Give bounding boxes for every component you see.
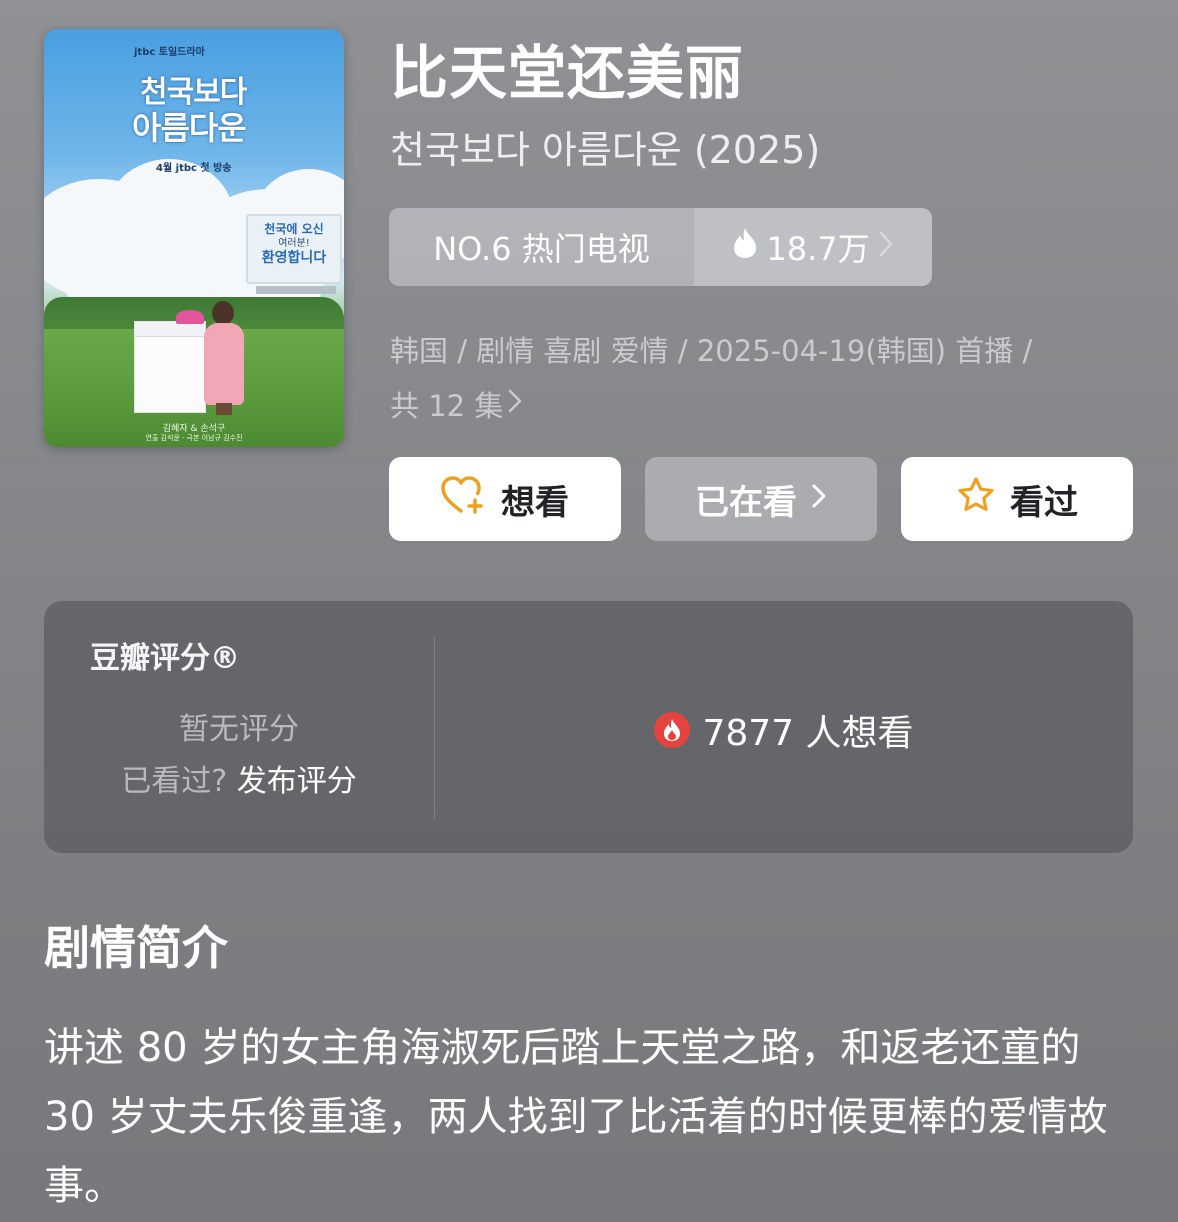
flame-icon xyxy=(732,227,758,267)
star-icon xyxy=(956,476,996,523)
poster-title-line2: 아름다운 xyxy=(132,109,247,147)
want-count: 7877 人想看 xyxy=(435,704,1133,756)
rank-box: NO.6 热门电视 18.7万 xyxy=(389,208,932,286)
poster-broadcast-label: 4월 jtbc 첫 방송 xyxy=(156,163,232,174)
heart-plus-icon xyxy=(441,475,487,524)
poster-image[interactable]: jtbc 토일드라마 천국보다 아름다운 4월 jtbc 첫 방송 천국에 오신… xyxy=(44,29,344,447)
heat-value: 18.7万 xyxy=(766,230,870,268)
poster-credits-crew: 연출 김석윤 · 극본 이남규 김수진 xyxy=(145,434,243,442)
synopsis-title: 剧情简介 xyxy=(44,921,228,975)
poster-figure-head xyxy=(212,301,234,325)
douban-rating-label: 豆瓣评分® xyxy=(90,641,240,676)
rating-card: 豆瓣评分® 暂无评分 已看过? 发布评分 7877 人想看 xyxy=(44,601,1133,853)
heat-button[interactable]: 18.7万 xyxy=(694,208,932,286)
billboard-line3: 환영합니다 xyxy=(261,250,327,266)
page-title: 比天堂还美丽 xyxy=(390,39,745,107)
watching-label: 已在看 xyxy=(695,482,797,523)
poster-billboard: 천국에 오신 여러분! 환영합니다 xyxy=(246,214,342,284)
synopsis-text: 讲述 80 岁的女主角海淑死后踏上天堂之路，和返老还童的 30 岁丈夫乐俊重逢，… xyxy=(44,1025,1108,1209)
fire-icon xyxy=(654,712,691,748)
billboard-line2: 여러분! xyxy=(278,238,310,249)
want-to-watch-label: 想看 xyxy=(501,482,569,523)
poster-ribbon xyxy=(176,310,204,324)
publish-rating-link[interactable]: 发布评分 xyxy=(237,764,357,799)
no-rating-text: 暂无评分 xyxy=(179,712,299,747)
original-title: 천국보다 아름다운 (2025) xyxy=(390,128,821,172)
want-to-watch-button[interactable]: 想看 xyxy=(389,457,621,541)
billboard-line1: 천국에 오신 xyxy=(264,222,324,236)
rate-prompt: 已看过? 发布评分 xyxy=(44,756,434,800)
poster-figure-legs xyxy=(216,403,232,415)
episodes-link[interactable]: 共 12 集 xyxy=(390,383,523,425)
rate-question: 已看过? xyxy=(121,764,228,799)
chevron-right-icon xyxy=(507,387,523,422)
poster-network-label: jtbc 토일드라마 xyxy=(134,47,205,58)
chevron-right-icon xyxy=(878,228,894,266)
episodes-count: 共 12 集 xyxy=(390,389,504,423)
poster-giftbox xyxy=(134,321,206,413)
watched-button[interactable]: 看过 xyxy=(901,457,1133,541)
want-count-text: 7877 人想看 xyxy=(702,713,914,754)
rank-label[interactable]: NO.6 热门电视 xyxy=(389,208,694,286)
chevron-right-icon xyxy=(811,479,827,519)
billboard-post xyxy=(256,286,336,294)
watched-label: 看过 xyxy=(1010,482,1078,523)
watching-button[interactable]: 已在看 xyxy=(645,457,877,541)
meta-info: 韩国 / 剧情 喜剧 爱情 / 2025-04-19(韩国) 首播 / xyxy=(390,334,1033,368)
poster-figure-body xyxy=(204,323,244,405)
